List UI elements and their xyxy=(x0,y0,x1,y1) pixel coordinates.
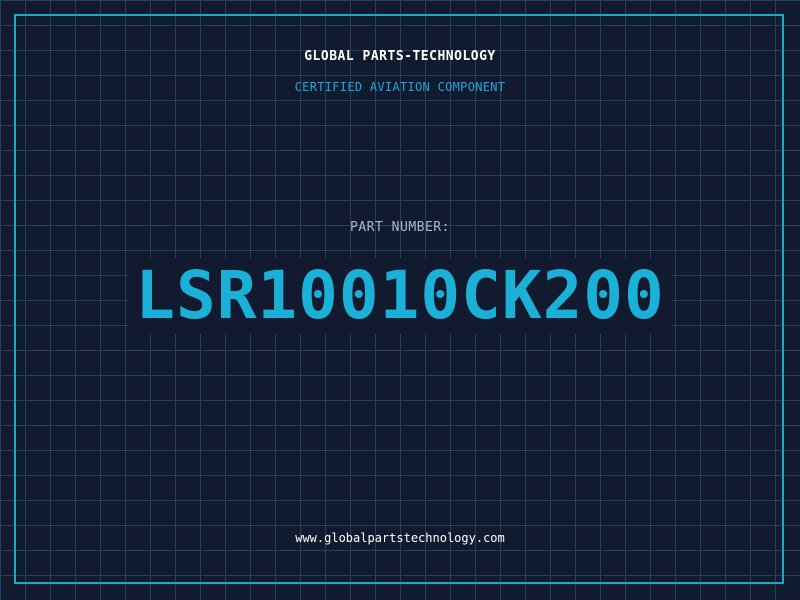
certification-tagline: CERTIFIED AVIATION COMPONENT xyxy=(294,80,506,94)
part-number-value: LSR10010CK200 xyxy=(129,258,671,334)
part-number-container: LSR10010CK200 xyxy=(0,258,800,334)
company-name: GLOBAL PARTS-TECHNOLOGY xyxy=(304,49,496,64)
part-number-label: PART NUMBER: xyxy=(350,220,450,235)
part-certificate-card: GLOBAL PARTS-TECHNOLOGY CERTIFIED AVIATI… xyxy=(0,0,800,600)
website-url: www.globalpartstechnology.com xyxy=(295,531,505,545)
